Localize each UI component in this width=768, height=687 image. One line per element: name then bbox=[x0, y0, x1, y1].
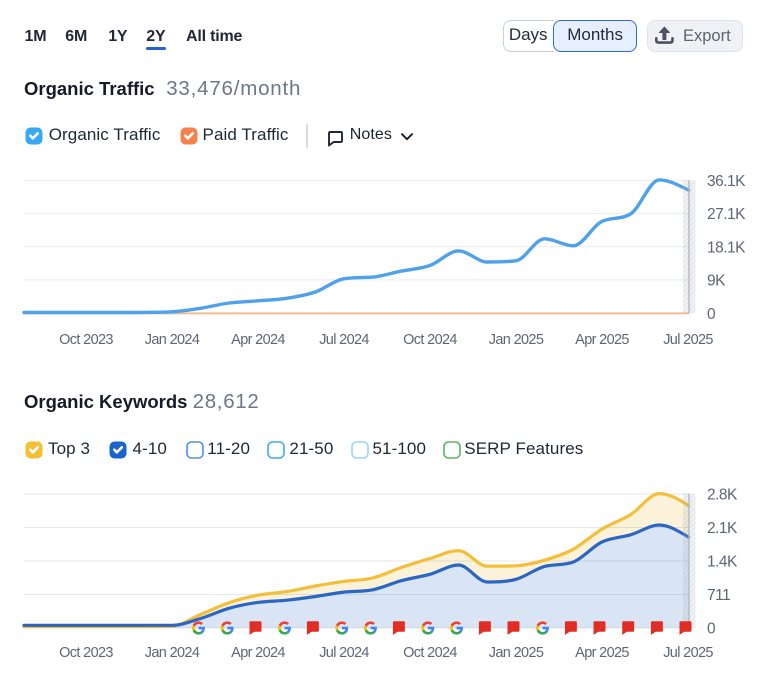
svg-text:Apr 2024: Apr 2024 bbox=[231, 645, 285, 661]
svg-text:9K: 9K bbox=[707, 273, 726, 290]
svg-text:27.1K: 27.1K bbox=[707, 206, 746, 223]
svg-text:Jul 2024: Jul 2024 bbox=[319, 645, 369, 661]
svg-text:Jan 2025: Jan 2025 bbox=[489, 645, 544, 661]
svg-text:Jan 2024: Jan 2024 bbox=[145, 645, 200, 661]
svg-text:36.1K: 36.1K bbox=[707, 173, 746, 190]
svg-text:2.1K: 2.1K bbox=[707, 520, 738, 537]
svg-text:1.4K: 1.4K bbox=[707, 554, 738, 571]
svg-text:Oct 2023: Oct 2023 bbox=[59, 332, 113, 348]
svg-text:Oct 2023: Oct 2023 bbox=[59, 645, 113, 661]
svg-text:711: 711 bbox=[707, 587, 730, 604]
svg-text:0: 0 bbox=[707, 621, 716, 638]
svg-text:2.8K: 2.8K bbox=[707, 487, 738, 504]
svg-text:Oct 2024: Oct 2024 bbox=[403, 332, 457, 348]
svg-text:Jan 2024: Jan 2024 bbox=[145, 332, 200, 348]
svg-text:Apr 2025: Apr 2025 bbox=[575, 645, 629, 661]
svg-text:18.1K: 18.1K bbox=[707, 239, 746, 256]
svg-text:0: 0 bbox=[707, 306, 716, 323]
svg-text:Jul 2024: Jul 2024 bbox=[319, 332, 369, 348]
svg-text:Oct 2024: Oct 2024 bbox=[403, 645, 457, 661]
svg-text:Jul 2025: Jul 2025 bbox=[663, 645, 713, 661]
svg-text:Jan 2025: Jan 2025 bbox=[489, 332, 544, 348]
svg-text:Apr 2025: Apr 2025 bbox=[575, 332, 629, 348]
svg-text:Jul 2025: Jul 2025 bbox=[663, 332, 713, 348]
svg-text:Apr 2024: Apr 2024 bbox=[231, 332, 285, 348]
